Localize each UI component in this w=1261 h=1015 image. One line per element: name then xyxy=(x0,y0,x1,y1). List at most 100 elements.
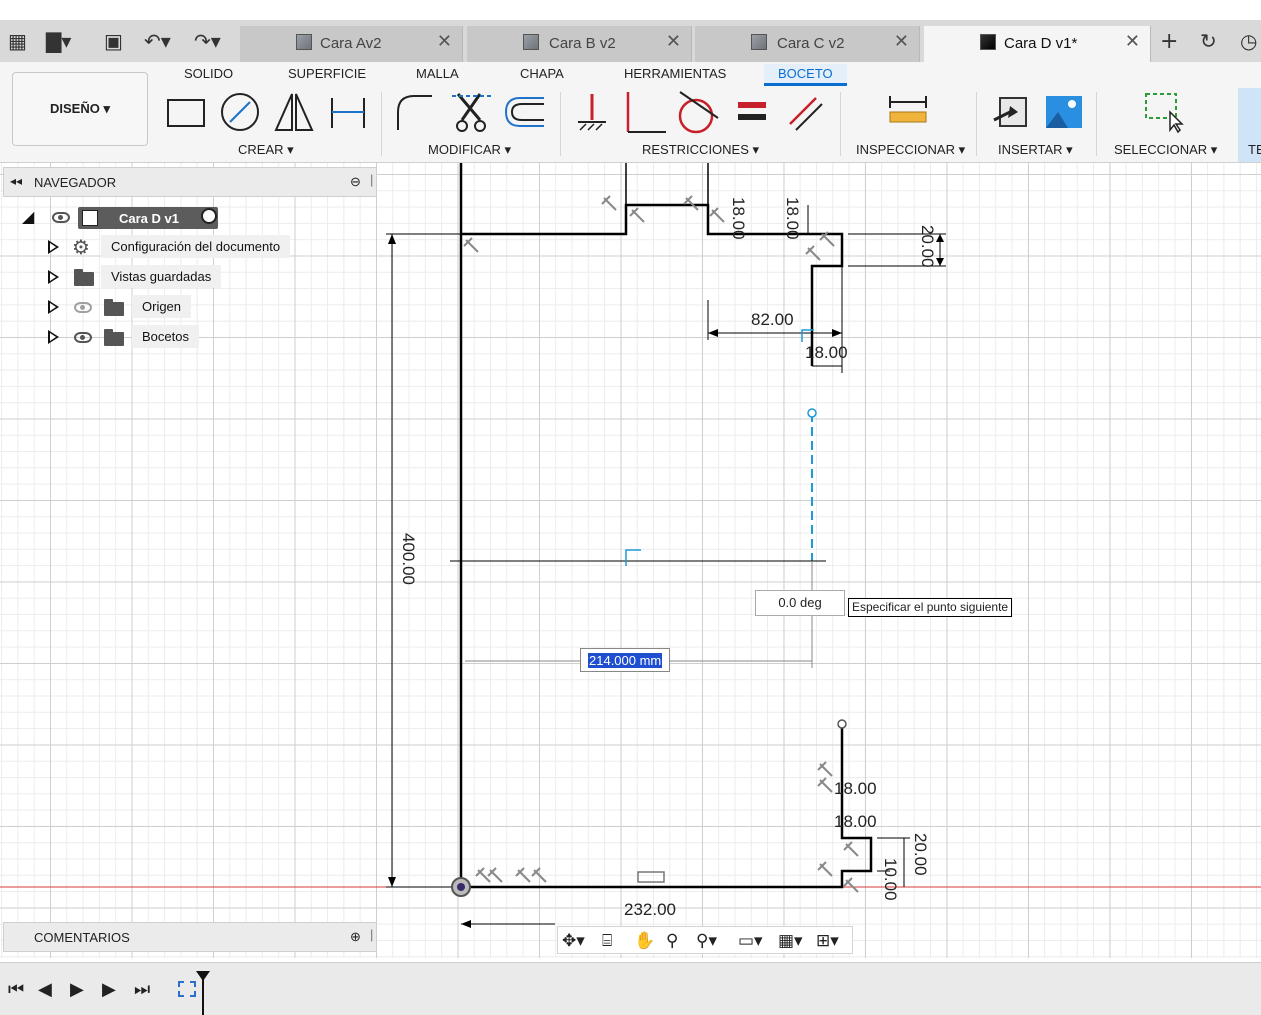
eye-hidden-icon[interactable] xyxy=(74,302,92,313)
clock-icon[interactable]: ◷ xyxy=(1240,29,1257,53)
perpendicular-icon[interactable] xyxy=(622,90,666,134)
finish-sketch-button[interactable]: TE xyxy=(1238,88,1261,162)
tab-chapa[interactable]: CHAPA xyxy=(520,66,564,81)
expand-icon[interactable] xyxy=(48,270,59,284)
add-comment-icon[interactable]: ⊕ xyxy=(350,929,361,945)
circle-icon[interactable] xyxy=(218,90,262,134)
navigator-root[interactable]: ◢ Cara D v1 xyxy=(20,205,230,231)
navigation-bar: ✥▾ ⌸ ✋ ⚲ ⚲▾ ▭▾ ▦▾ ⊞▾ xyxy=(557,926,853,954)
job-status-icon[interactable]: ↻ xyxy=(1200,29,1217,53)
expand-icon[interactable] xyxy=(48,330,59,344)
grid-settings-icon[interactable]: ▦▾ xyxy=(778,931,803,951)
angle-input[interactable]: 0.0 deg xyxy=(755,590,845,616)
dimension-18-d[interactable]: 18.00 xyxy=(834,779,877,799)
tab-cara-b[interactable]: Cara B v2 ✕ xyxy=(467,26,692,62)
orbit-icon[interactable]: ✥▾ xyxy=(562,931,585,951)
dimension-18-e[interactable]: 18.00 xyxy=(834,812,877,832)
go-to-end-icon[interactable]: ⏭ xyxy=(134,979,150,1000)
display-settings-icon[interactable]: ▭▾ xyxy=(738,931,763,951)
comments-panel[interactable]: COMENTARIOS ⊕ | xyxy=(3,922,377,952)
sketch-profile xyxy=(459,163,873,889)
length-input[interactable]: 214.000 mm xyxy=(580,648,670,672)
dimension-18-b[interactable]: 18.00 xyxy=(728,197,748,240)
expand-icon[interactable] xyxy=(48,240,59,254)
zoom-icon[interactable]: ⚲ xyxy=(666,931,678,951)
fit-icon[interactable]: ⚲▾ xyxy=(696,931,717,951)
group-modificar[interactable]: MODIFICAR ▾ xyxy=(428,142,511,158)
minimize-icon[interactable]: ⊖ xyxy=(350,174,361,190)
dimension-10[interactable]: 10.00 xyxy=(880,858,900,901)
equal-icon[interactable] xyxy=(730,90,774,134)
insert-derive-icon[interactable] xyxy=(990,90,1034,134)
tab-superficie[interactable]: SUPERFICIE xyxy=(288,66,366,81)
separator xyxy=(1096,92,1097,156)
navigator-item-bocetos[interactable]: Bocetos xyxy=(46,325,206,351)
insert-image-icon[interactable] xyxy=(1042,90,1086,134)
step-back-icon[interactable]: ◀ xyxy=(38,979,52,1000)
pan-icon[interactable]: ✋ xyxy=(634,931,655,951)
close-icon[interactable]: ✕ xyxy=(1125,31,1140,52)
component-icon xyxy=(980,34,996,50)
timeline-marker-head[interactable] xyxy=(196,971,210,981)
look-at-icon[interactable]: ⌸ xyxy=(602,931,612,951)
navigator-item-vistas[interactable]: Vistas guardadas xyxy=(46,265,246,291)
expand-icon[interactable]: ◢ xyxy=(22,207,34,227)
dimension-20-a[interactable]: 20.00 xyxy=(917,225,937,268)
fix-constraint-icon[interactable] xyxy=(570,90,614,134)
group-crear[interactable]: CREAR ▾ xyxy=(238,142,294,158)
undo-icon[interactable]: ↶▾ xyxy=(144,29,171,53)
parallel-icon[interactable] xyxy=(784,90,828,134)
tab-cara-d[interactable]: Cara D v1* ✕ xyxy=(924,26,1151,62)
design-workspace-button[interactable]: DISEÑO ▾ xyxy=(12,72,148,146)
pin-icon[interactable]: | xyxy=(370,927,373,942)
dimension-18-a[interactable]: 18.00 xyxy=(805,343,848,363)
measure-icon[interactable] xyxy=(886,90,930,134)
close-icon[interactable]: ✕ xyxy=(894,31,909,52)
fillet-icon[interactable] xyxy=(392,90,436,134)
dimension-400[interactable]: 400.00 xyxy=(398,533,418,585)
tab-cara-c[interactable]: Cara C v2 ✕ xyxy=(695,26,920,62)
tab-herramientas[interactable]: HERRAMIENTAS xyxy=(624,66,726,81)
play-icon[interactable]: ▶ xyxy=(70,979,84,1000)
navigator-header[interactable]: ◂◂ NAVEGADOR ⊖ | xyxy=(3,167,377,197)
group-insertar[interactable]: INSERTAR ▾ xyxy=(998,142,1073,158)
new-tab-icon[interactable]: + xyxy=(1160,29,1178,54)
select-window-icon[interactable] xyxy=(1142,90,1186,134)
dimension-20-b[interactable]: 20.00 xyxy=(910,833,930,876)
pin-icon[interactable]: | xyxy=(370,172,373,187)
redo-icon[interactable]: ↷▾ xyxy=(194,29,221,53)
close-icon[interactable]: ✕ xyxy=(666,31,681,52)
eye-icon[interactable] xyxy=(52,212,70,223)
tab-malla[interactable]: MALLA xyxy=(416,66,459,81)
component-icon xyxy=(751,34,767,50)
expand-icon[interactable] xyxy=(48,300,59,314)
rectangle-icon[interactable] xyxy=(164,90,208,134)
sketch-feature-icon[interactable] xyxy=(178,981,196,997)
navigator-item-configuracion[interactable]: ⚙ Configuración del documento xyxy=(46,235,306,261)
file-icon[interactable]: ▇▾ xyxy=(46,29,71,53)
save-icon[interactable]: ▣ xyxy=(104,29,123,53)
eye-icon[interactable] xyxy=(74,332,92,343)
mirror-icon[interactable] xyxy=(272,90,316,134)
navigator-item-origen[interactable]: Origen xyxy=(46,295,206,321)
dimension-icon[interactable] xyxy=(326,90,370,134)
dimension-18-c[interactable]: 18.00 xyxy=(782,197,802,240)
go-to-start-icon[interactable]: ⏮ xyxy=(8,979,24,1000)
trim-icon[interactable] xyxy=(450,90,494,134)
step-forward-icon[interactable]: ▶ xyxy=(102,979,116,1000)
offset-icon[interactable] xyxy=(502,90,546,134)
collapse-icon[interactable]: ◂◂ xyxy=(10,174,22,188)
tangent-icon[interactable] xyxy=(676,90,720,134)
dimension-82[interactable]: 82.00 xyxy=(751,310,794,330)
dimension-232[interactable]: 232.00 xyxy=(624,900,676,920)
group-restricciones[interactable]: RESTRICCIONES ▾ xyxy=(642,142,759,158)
tab-cara-a[interactable]: Cara Av2 ✕ xyxy=(240,26,463,62)
group-inspeccionar[interactable]: INSPECCIONAR ▾ xyxy=(856,142,965,158)
viewports-icon[interactable]: ⊞▾ xyxy=(816,931,839,951)
grid-icon[interactable]: ▦ xyxy=(8,29,27,53)
close-icon[interactable]: ✕ xyxy=(437,31,452,52)
group-seleccionar[interactable]: SELECCIONAR ▾ xyxy=(1114,142,1217,158)
tab-boceto[interactable]: BOCETO xyxy=(764,64,847,86)
activate-radio[interactable] xyxy=(201,208,217,224)
tab-solido[interactable]: SOLIDO xyxy=(184,66,233,81)
